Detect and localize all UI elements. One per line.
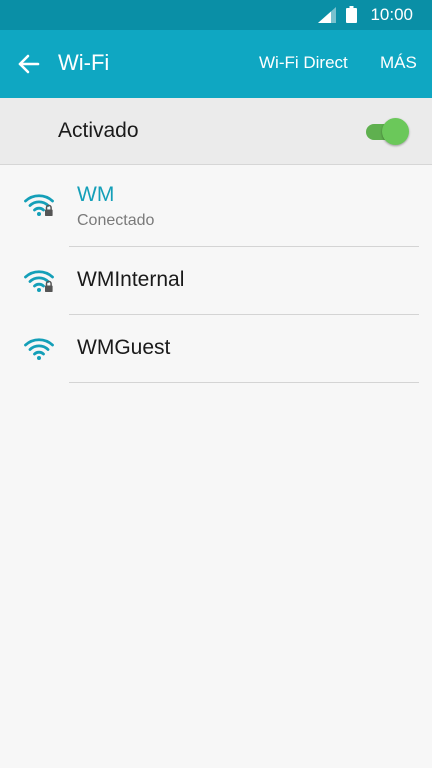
page-title: Wi-Fi	[58, 50, 110, 75]
toggle-label: Activado	[58, 119, 139, 142]
network-name: WMInternal	[77, 268, 185, 291]
network-item-wmguest[interactable]: WMGuest	[0, 315, 432, 383]
signal-strength-icon	[318, 7, 336, 23]
status-time: 10:00	[370, 5, 413, 24]
network-name: WM	[77, 183, 115, 206]
network-item-wm[interactable]: WM Conectado	[0, 165, 432, 247]
wifi-toggle-switch[interactable]	[364, 117, 410, 145]
wifi-direct-button[interactable]: Wi-Fi Direct	[259, 53, 348, 73]
app-bar: Wi-Fi Wi-Fi Direct MÁS	[0, 30, 432, 98]
wifi-icon	[24, 338, 54, 360]
toggle-thumb	[382, 118, 409, 145]
divider	[69, 382, 419, 383]
network-item-wminternal[interactable]: WMInternal	[0, 247, 432, 315]
network-name: WMGuest	[77, 336, 171, 359]
more-button[interactable]: MÁS	[380, 53, 417, 73]
status-bar: 10:00	[0, 0, 432, 30]
network-list: WM Conectado WMInternal WMGuest	[0, 165, 432, 383]
wifi-secured-icon	[24, 270, 54, 292]
back-arrow-icon[interactable]	[16, 51, 42, 77]
battery-icon	[346, 6, 357, 23]
wifi-toggle-row[interactable]: Activado	[0, 98, 432, 165]
network-status: Conectado	[77, 212, 155, 229]
wifi-secured-icon	[24, 194, 54, 216]
